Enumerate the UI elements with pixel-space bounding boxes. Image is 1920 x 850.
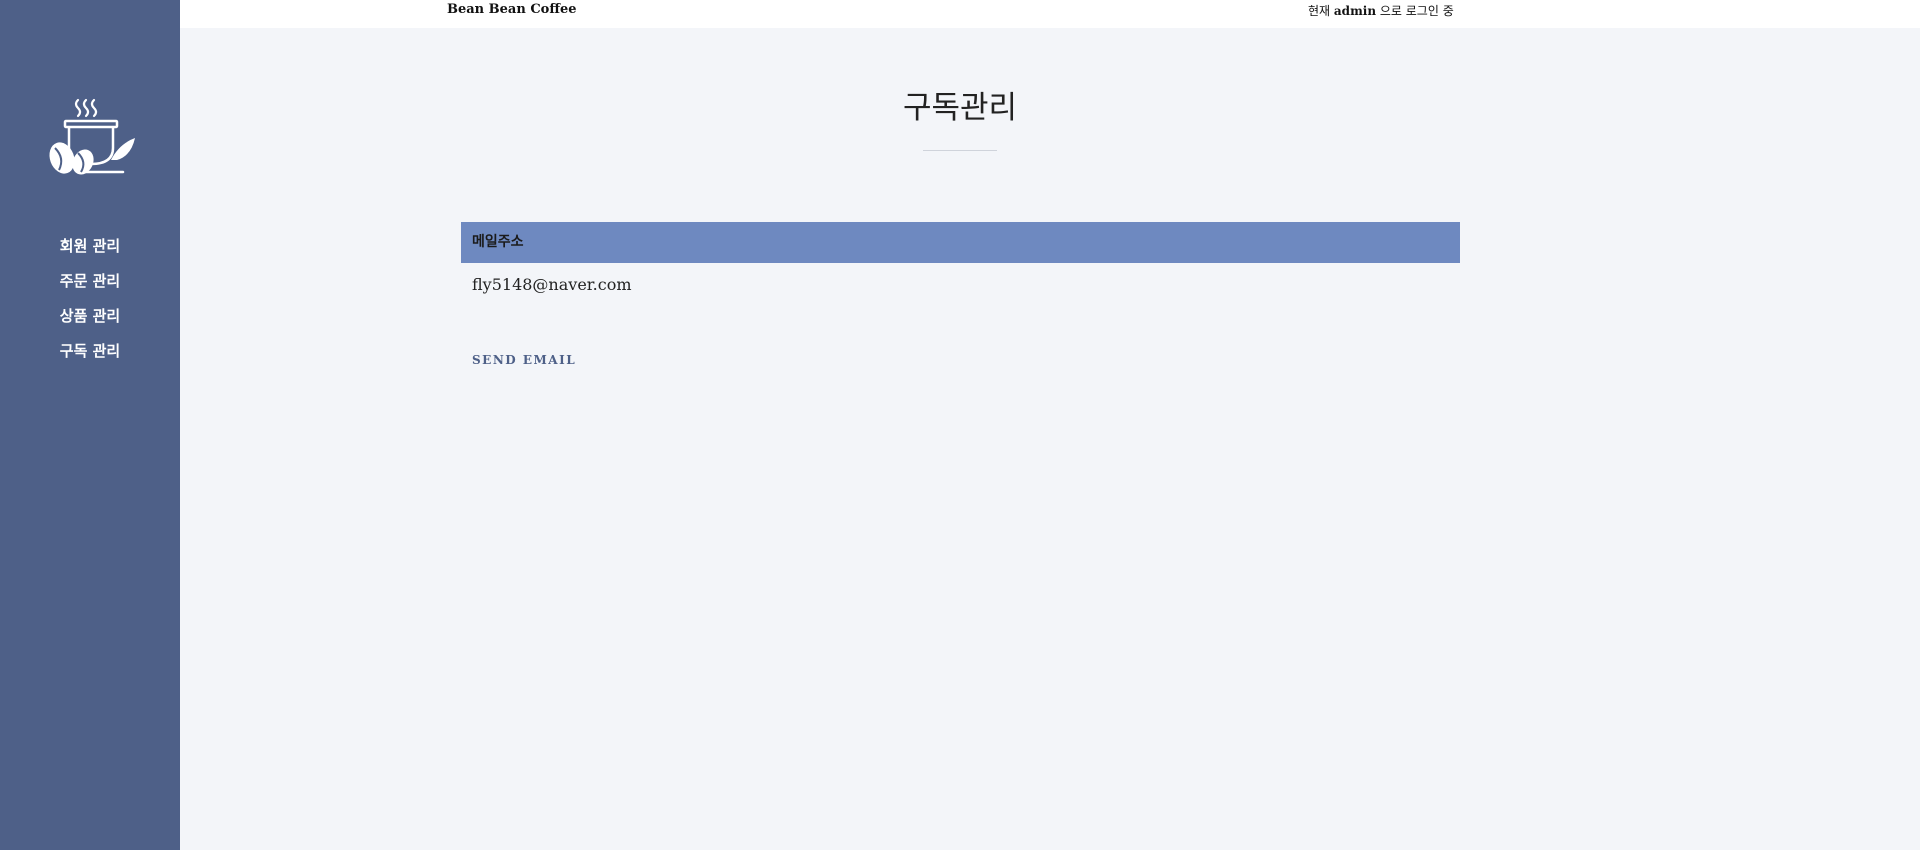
- send-email-button[interactable]: SEND EMAIL: [472, 353, 576, 367]
- top-bar: Bean Bean Coffee 현재 admin 으로 로그인 중: [180, 0, 1920, 28]
- sidebar: 회원 관리 주문 관리 상품 관리 구독 관리: [0, 0, 180, 850]
- page-title: 구독관리: [902, 90, 1018, 126]
- login-status: 현재 admin 으로 로그인 중: [1308, 2, 1454, 19]
- sidebar-nav: 회원 관리 주문 관리 상품 관리 구독 관리: [0, 232, 180, 372]
- coffee-cup-beans-icon[interactable]: [45, 96, 140, 186]
- login-prefix: 현재: [1308, 4, 1334, 18]
- brand-name[interactable]: Bean Bean Coffee: [447, 2, 577, 17]
- sidebar-item-subscriptions[interactable]: 구독 관리: [0, 337, 180, 372]
- table-header-email: 메일주소: [461, 222, 1460, 263]
- title-divider: [923, 150, 997, 151]
- sidebar-item-members[interactable]: 회원 관리: [0, 232, 180, 267]
- sidebar-item-products[interactable]: 상품 관리: [0, 302, 180, 337]
- login-user: admin: [1333, 4, 1377, 18]
- sidebar-item-orders[interactable]: 주문 관리: [0, 267, 180, 302]
- login-suffix: 으로 로그인 중: [1376, 4, 1454, 18]
- table-row: fly5148@naver.com: [472, 275, 632, 294]
- subscription-table: 메일주소 fly5148@naver.com: [461, 222, 1460, 309]
